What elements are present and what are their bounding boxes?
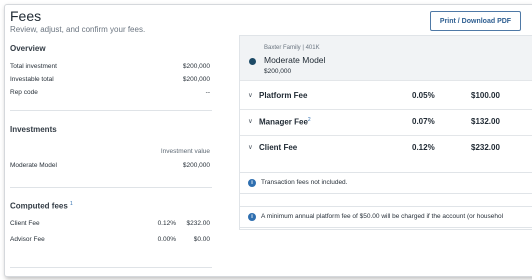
fee-percent: 0.07%: [412, 117, 435, 126]
fee-amount: $232.00: [471, 143, 500, 152]
model-color-dot-icon: [249, 58, 256, 65]
minimum-fee-note: i A minimum annual platform fee of $50.0…: [239, 206, 532, 228]
info-icon: i: [248, 213, 256, 221]
overview-title: Overview: [10, 44, 46, 53]
fee-row-platform-fee[interactable]: ∨ Platform Fee 0.05% $100.00: [240, 83, 532, 110]
row-label: Rep code: [10, 89, 38, 96]
row-value: $200,000: [182, 162, 210, 169]
row-label: Advisor Fee: [10, 236, 45, 243]
fee-row-manager-fee[interactable]: ∨ Manager Fee2 0.07% $132.00: [240, 109, 532, 136]
computed-fees-footnote-link[interactable]: 1: [70, 201, 73, 207]
page-subtitle: Review, adjust, and confirm your fees.: [10, 25, 146, 34]
chevron-down-icon[interactable]: ∨: [248, 91, 253, 99]
row-value: --: [205, 89, 210, 96]
investments-title: Investments: [10, 125, 57, 134]
computed-fees-title: Computed fees 1: [10, 201, 73, 211]
fees-panel: Fees Review, adjust, and confirm your fe…: [4, 4, 532, 277]
chevron-down-icon[interactable]: ∨: [248, 117, 253, 125]
transaction-fees-note: i Transaction fees not included.: [239, 172, 532, 194]
row-label: Client Fee: [10, 220, 40, 227]
fee-name: Platform Fee: [259, 91, 308, 100]
manager-fee-footnote-link[interactable]: 2: [308, 117, 311, 123]
note-text: A minimum annual platform fee of $50.00 …: [261, 213, 504, 220]
print-download-pdf-button[interactable]: Print / Download PDF: [430, 11, 521, 31]
row-value: $200,000: [182, 63, 210, 70]
section-divider: [10, 267, 212, 268]
model-fee-card: Baxter Family | 401K Moderate Model $200…: [239, 35, 532, 230]
model-card-header: Baxter Family | 401K Moderate Model $200…: [240, 36, 532, 81]
row-value: $0.00: [193, 236, 210, 243]
computed-fees-title-text: Computed fees: [10, 201, 68, 211]
fee-row-client-fee[interactable]: ∨ Client Fee 0.12% $232.00: [240, 135, 532, 161]
row-label: Investable total: [10, 76, 54, 83]
model-name: Moderate Model: [264, 55, 326, 65]
chevron-down-icon[interactable]: ∨: [248, 143, 253, 151]
row-label: Total investment: [10, 63, 57, 70]
fee-name: Manager Fee: [259, 117, 308, 127]
row-percent: 0.12%: [157, 220, 176, 227]
fee-percent: 0.12%: [412, 143, 435, 152]
investment-value-header: Investment value: [160, 148, 210, 155]
row-value: $200,000: [182, 76, 210, 83]
row-percent: 0.00%: [157, 236, 176, 243]
fee-amount: $132.00: [471, 117, 500, 126]
page-title: Fees: [10, 8, 42, 24]
info-icon: i: [248, 179, 256, 187]
section-divider: [10, 187, 212, 188]
model-amount: $200,000: [264, 68, 292, 75]
note-text: Transaction fees not included.: [261, 179, 348, 186]
fee-name-wrapper: Manager Fee2: [259, 117, 311, 127]
model-account-label: Baxter Family | 401K: [264, 45, 320, 51]
fee-percent: 0.05%: [412, 91, 435, 100]
row-label: Moderate Model: [10, 162, 57, 169]
fee-amount: $100.00: [471, 91, 500, 100]
row-value: $232.00: [186, 220, 211, 227]
section-divider: [10, 110, 212, 111]
fee-name: Client Fee: [259, 143, 298, 152]
